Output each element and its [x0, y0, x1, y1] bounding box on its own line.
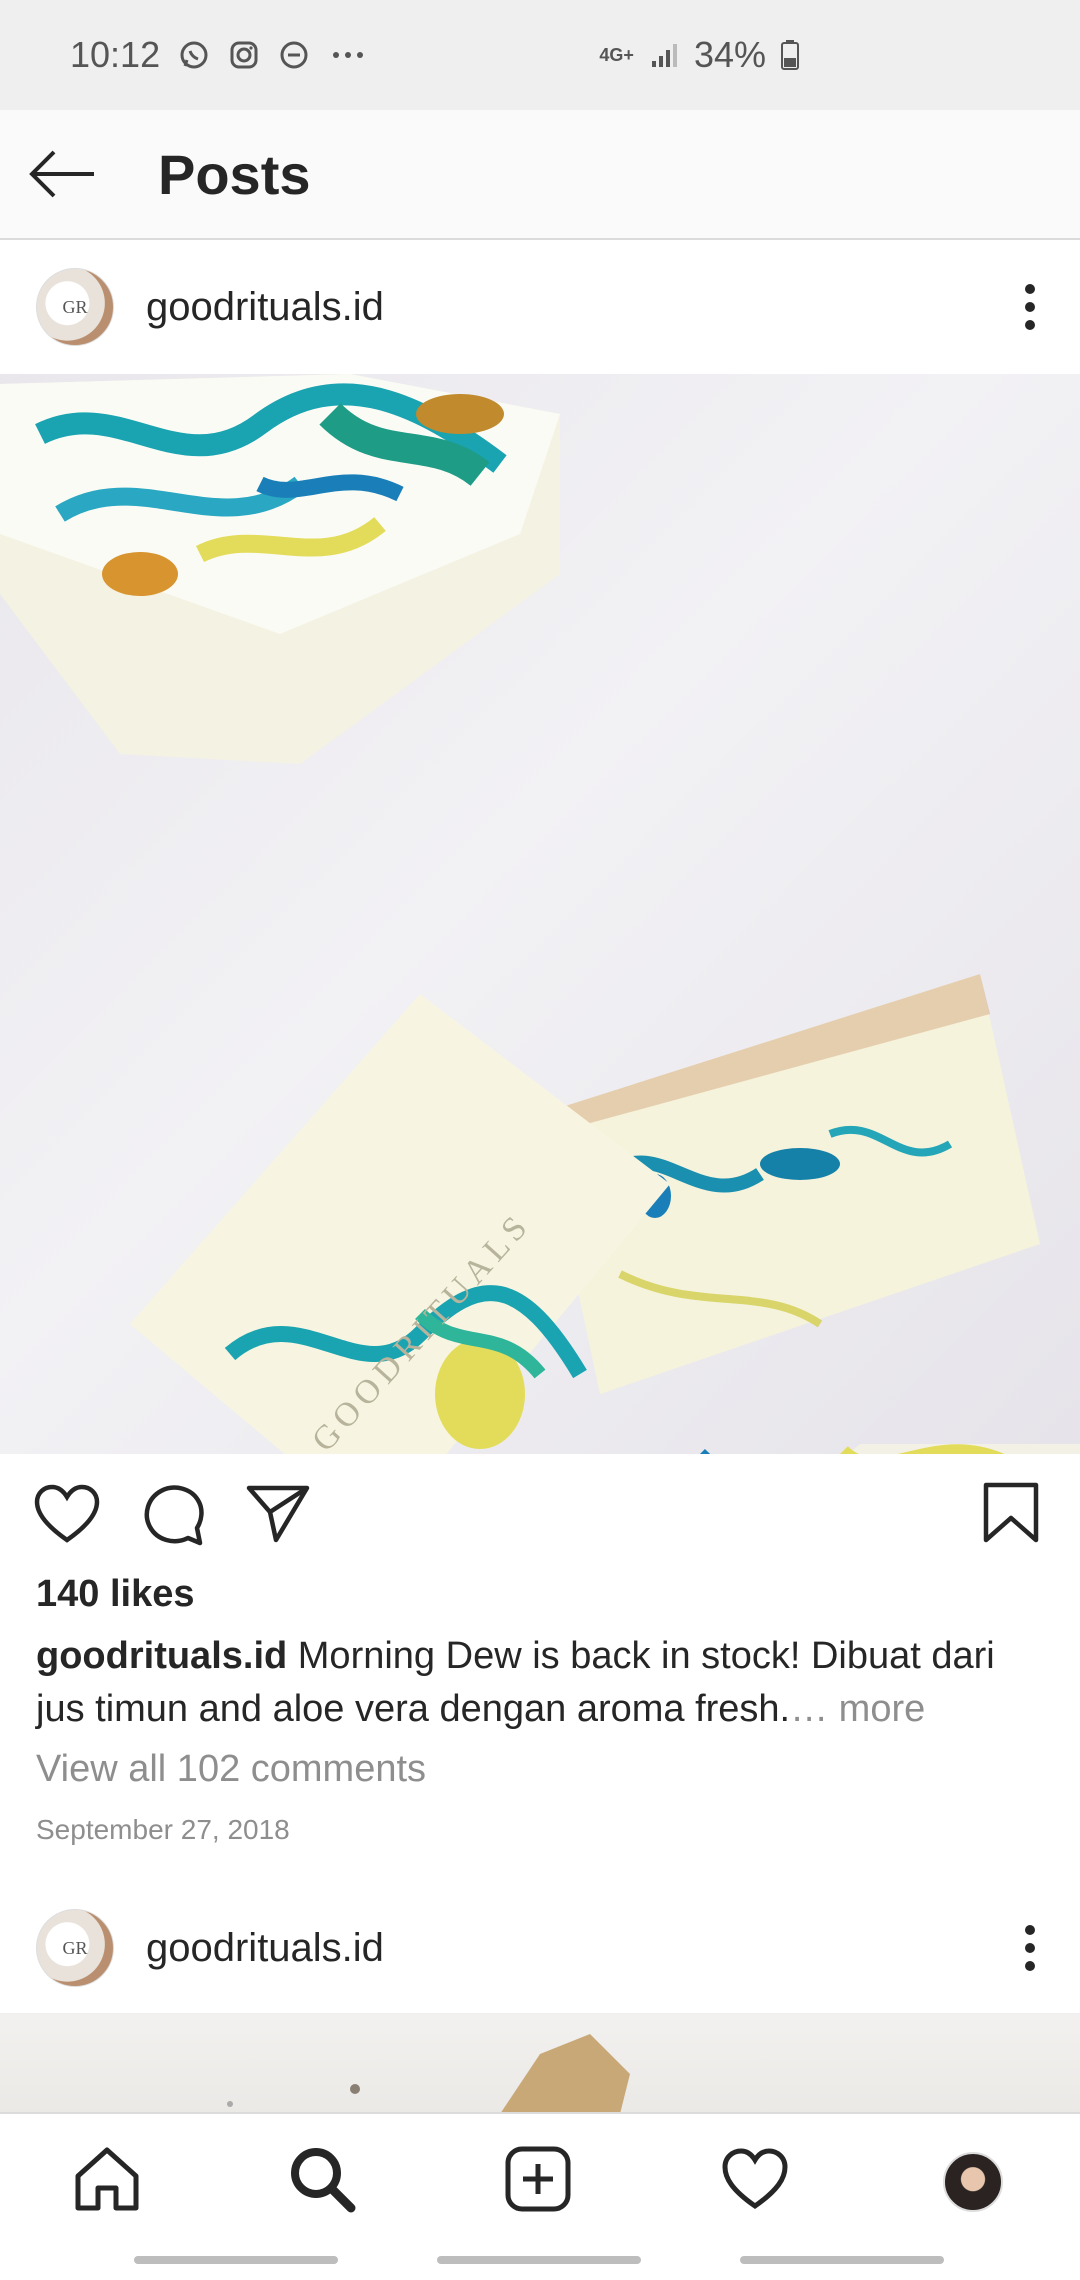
- avatar-monogram: GR: [62, 1937, 88, 1958]
- like-heart-icon[interactable]: [34, 1484, 100, 1544]
- post-image[interactable]: GOODRITUALS: [0, 374, 1080, 1454]
- gesture-back[interactable]: [134, 2256, 338, 2264]
- app-bar: Posts: [0, 110, 1080, 240]
- status-bar: 10:12 4G+ 34%: [0, 0, 1080, 110]
- back-arrow-icon[interactable]: [28, 148, 98, 200]
- gesture-recents[interactable]: [740, 2256, 944, 2264]
- caption-more-link[interactable]: … more: [790, 1688, 925, 1730]
- post-header: GR goodrituals.id: [0, 240, 1080, 374]
- activity-heart-icon[interactable]: [720, 2144, 790, 2214]
- instagram-icon: [230, 41, 258, 69]
- post-actions: [0, 1454, 1080, 1574]
- bottom-nav: [0, 2112, 1080, 2244]
- soap-photo-2: [227, 2034, 630, 2114]
- battery-percent: 34%: [693, 34, 766, 75]
- search-icon[interactable]: [287, 2144, 357, 2214]
- more-dots-icon: [333, 52, 364, 58]
- whatsapp-icon: [180, 41, 208, 69]
- signal-icon: [651, 44, 677, 67]
- more-options-icon[interactable]: [1020, 281, 1040, 333]
- network-type: 4G+: [599, 44, 634, 65]
- post-header-2: GR goodrituals.id: [0, 1881, 1080, 2015]
- more-options-icon[interactable]: [1020, 1922, 1040, 1974]
- gesture-home[interactable]: [437, 2256, 641, 2264]
- soap-bar-center: GOODRITUALS: [130, 994, 670, 1454]
- battery-icon: [781, 40, 799, 70]
- soap-bar-top-left: [0, 374, 560, 764]
- status-right: 4G+ 34%: [599, 34, 800, 76]
- comment-icon[interactable]: [142, 1484, 204, 1546]
- view-comments-link[interactable]: View all 102 comments: [36, 1748, 426, 1791]
- caption-username[interactable]: goodrituals.id: [36, 1635, 287, 1677]
- page-title: Posts: [158, 142, 311, 206]
- soap-bar-bottom-right: [700, 1444, 1080, 1454]
- post-image-2[interactable]: [0, 2014, 1080, 2114]
- avatar-monogram: GR: [62, 296, 88, 317]
- status-time: 10:12: [70, 34, 161, 75]
- gesture-bar: [0, 2242, 1080, 2280]
- avatar[interactable]: GR: [36, 1909, 114, 1987]
- home-icon[interactable]: [72, 2144, 142, 2214]
- add-post-icon[interactable]: [503, 2144, 573, 2214]
- share-icon[interactable]: [246, 1484, 310, 1544]
- soap-photo: GOODRITUALS: [0, 374, 1080, 1454]
- bookmark-icon[interactable]: [982, 1482, 1040, 1544]
- profile-avatar[interactable]: [943, 2152, 1003, 2212]
- post-caption: goodrituals.id Morning Dew is back in st…: [36, 1630, 1046, 1736]
- likes-count[interactable]: 140 likes: [36, 1573, 194, 1616]
- status-left: 10:12: [70, 34, 368, 76]
- dnd-icon: [280, 41, 308, 69]
- post-date: September 27, 2018: [36, 1814, 290, 1845]
- post-username[interactable]: goodrituals.id: [146, 1926, 384, 1971]
- avatar[interactable]: GR: [36, 268, 114, 346]
- post-username[interactable]: goodrituals.id: [146, 285, 384, 330]
